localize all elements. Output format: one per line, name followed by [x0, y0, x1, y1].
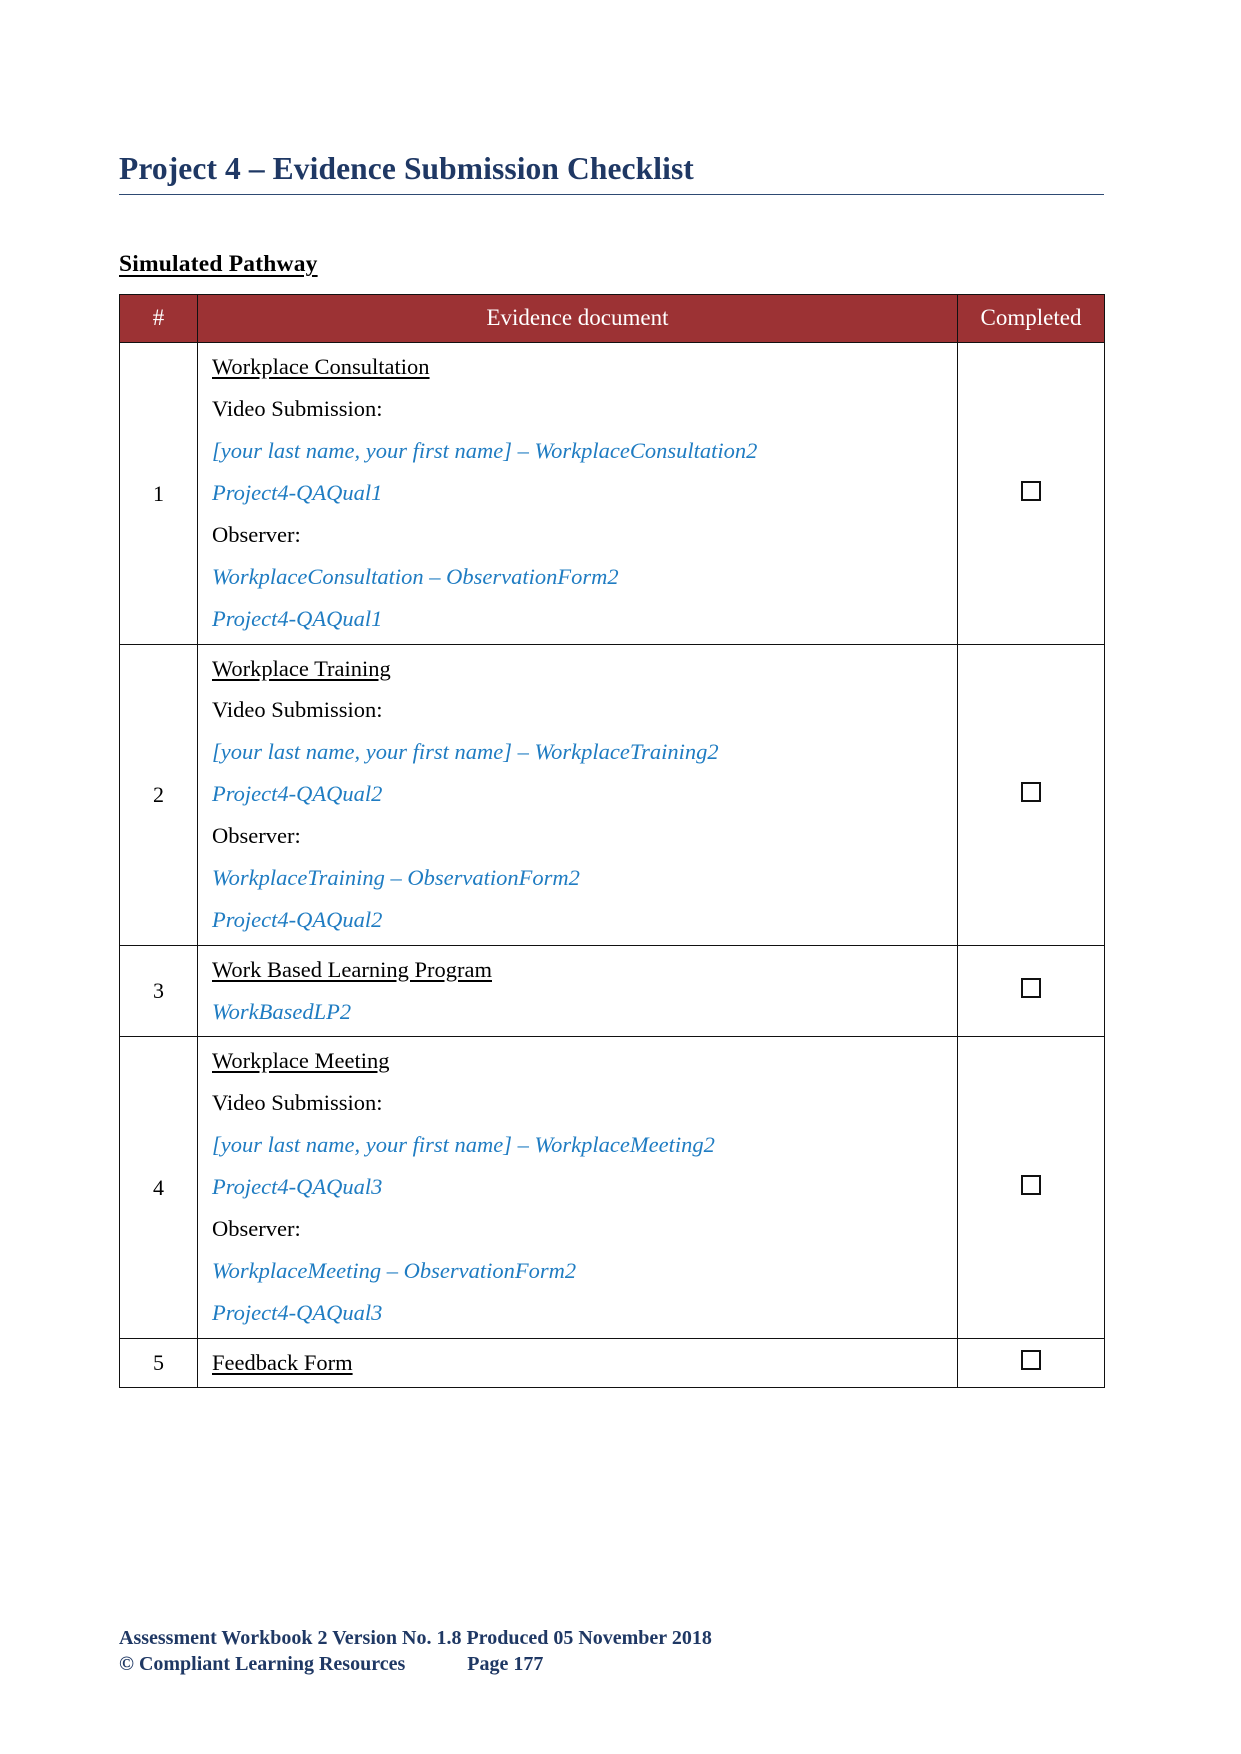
evidence-title: Workplace Consultation	[212, 354, 430, 380]
video-submission-label: Video Submission:	[212, 396, 383, 422]
video-filename: [your last name, your first name] – Work…	[212, 739, 719, 765]
column-header-completed: Completed	[957, 293, 1105, 344]
evidence-title: Feedback Form	[212, 1349, 353, 1375]
evidence-checklist-table: # Evidence document Completed 1 Workplac…	[119, 293, 1105, 1389]
checkbox-icon[interactable]	[1021, 1350, 1041, 1371]
evidence-document-cell: Workplace Training Video Submission: [yo…	[197, 643, 958, 946]
video-submission-label: Video Submission:	[212, 1090, 383, 1116]
table-row: 3 Work Based Learning Program WorkBasedL…	[119, 944, 1105, 1038]
page-content: Project 4 – Evidence Submission Checklis…	[119, 150, 1105, 1389]
evidence-document-cell: Work Based Learning Program WorkBasedLP2	[197, 944, 958, 1038]
observer-filename: WorkplaceConsultation – ObservationForm2	[212, 563, 619, 589]
video-filename: [your last name, your first name] – Work…	[212, 1132, 715, 1158]
column-header-evidence-document: Evidence document	[197, 293, 958, 344]
evidence-document-cell: Workplace Consultation Video Submission:…	[197, 342, 958, 645]
evidence-title: Workplace Training	[212, 655, 391, 681]
row-number: 4	[119, 1036, 198, 1339]
completed-cell[interactable]	[957, 643, 1105, 946]
row-number: 3	[119, 944, 198, 1038]
video-filename: [your last name, your first name] – Work…	[212, 438, 758, 464]
observer-code: Project4-QAQual2	[212, 906, 383, 932]
observer-filename: WorkplaceTraining – ObservationForm2	[212, 864, 580, 890]
checkbox-icon[interactable]	[1021, 978, 1041, 999]
completed-cell[interactable]	[957, 1036, 1105, 1339]
completed-cell[interactable]	[957, 944, 1105, 1038]
evidence-document-cell: Workplace Meeting Video Submission: [you…	[197, 1036, 958, 1339]
page-footer: Assessment Workbook 2 Version No. 1.8 Pr…	[119, 1625, 1104, 1678]
footer-page-number: Page 177	[467, 1653, 544, 1676]
row-number: 5	[119, 1337, 198, 1389]
video-code: Project4-QAQual2	[212, 781, 383, 807]
observer-filename: WorkplaceMeeting – ObservationForm2	[212, 1257, 577, 1283]
video-code: Project4-QAQual1	[212, 480, 383, 506]
footer-copyright-line: © Compliant Learning Resources Page 177	[119, 1651, 1104, 1677]
table-row: 4 Workplace Meeting Video Submission: [y…	[119, 1036, 1105, 1339]
row-number: 2	[119, 643, 198, 946]
evidence-title: Work Based Learning Program	[212, 956, 492, 982]
observer-label: Observer:	[212, 521, 301, 547]
checkbox-icon[interactable]	[1021, 480, 1041, 501]
observer-label: Observer:	[212, 1215, 301, 1241]
table-header-row: # Evidence document Completed	[119, 293, 1105, 344]
table-row: 1 Workplace Consultation Video Submissio…	[119, 342, 1105, 645]
video-submission-label: Video Submission:	[212, 697, 383, 723]
completed-cell[interactable]	[957, 1337, 1105, 1389]
completed-cell[interactable]	[957, 342, 1105, 645]
document-page: Project 4 – Evidence Submission Checklis…	[0, 0, 1241, 1754]
observer-code: Project4-QAQual1	[212, 605, 383, 631]
footer-version-line: Assessment Workbook 2 Version No. 1.8 Pr…	[119, 1627, 712, 1649]
observer-code: Project4-QAQual3	[212, 1299, 383, 1325]
page-title: Project 4 – Evidence Submission Checklis…	[119, 150, 1104, 196]
video-code: WorkBasedLP2	[212, 998, 352, 1024]
column-header-number: #	[119, 293, 198, 344]
checkbox-icon[interactable]	[1021, 1174, 1041, 1195]
checkbox-icon[interactable]	[1021, 781, 1041, 802]
evidence-document-cell: Feedback Form	[197, 1337, 958, 1389]
evidence-title: Workplace Meeting	[212, 1048, 390, 1074]
footer-copyright: © Compliant Learning Resources	[119, 1653, 406, 1676]
row-number: 1	[119, 342, 198, 645]
table-row: 5 Feedback Form	[119, 1337, 1105, 1389]
section-heading-simulated-pathway: Simulated Pathway	[119, 251, 318, 277]
video-code: Project4-QAQual3	[212, 1174, 383, 1200]
table-row: 2 Workplace Training Video Submission: […	[119, 643, 1105, 946]
observer-label: Observer:	[212, 823, 301, 849]
